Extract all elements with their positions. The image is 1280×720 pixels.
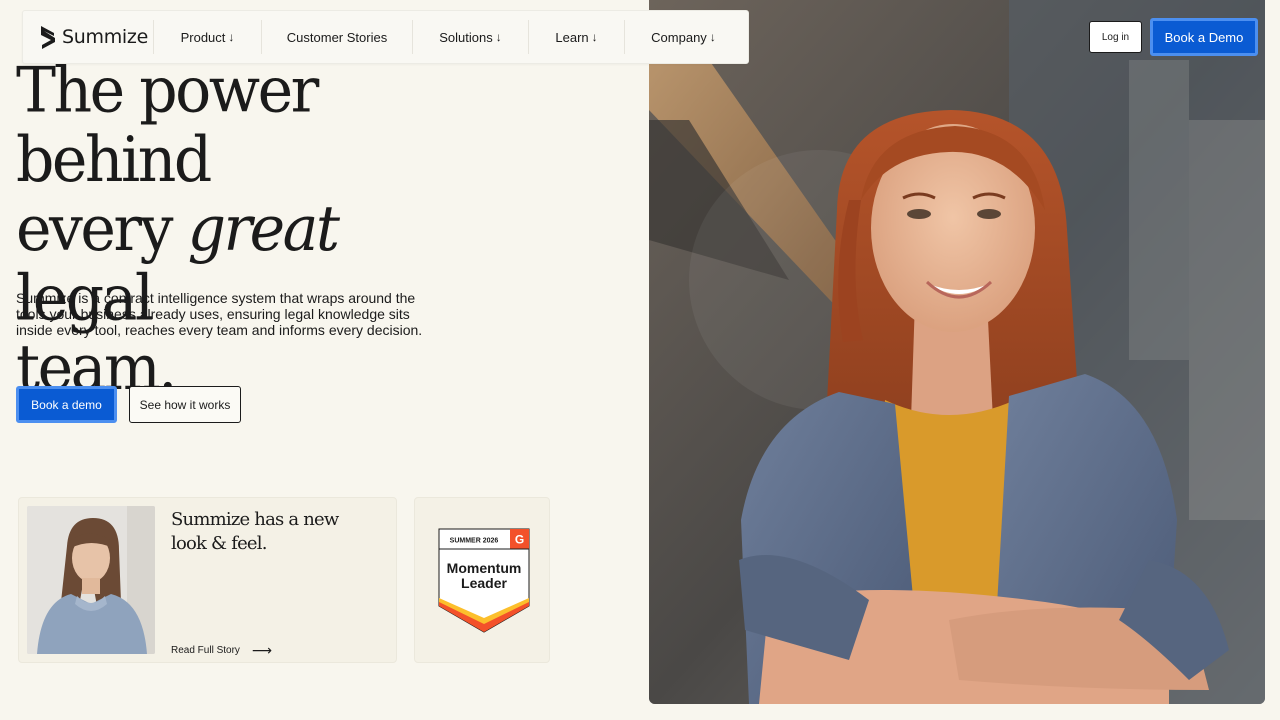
hero-title-line1: The power behind (16, 53, 319, 197)
story-card[interactable]: Summize has a new look & feel. Read Full… (18, 497, 397, 663)
badge-title-line2: Leader (461, 575, 507, 591)
nav-item-label: Solutions (439, 29, 493, 45)
story-portrait-image (27, 506, 155, 654)
nav-item-solutions[interactable]: Solutions ↓ (412, 20, 528, 54)
arrow-right-icon: ⟶ (251, 642, 272, 658)
nav-item-product[interactable]: Product ↓ (153, 20, 261, 54)
hero-title-line2-pre: every (16, 192, 188, 266)
summize-s-logo-icon (41, 26, 55, 49)
book-demo-button[interactable]: Book a demo (16, 386, 117, 423)
hero-description: Summize is a contract intelligence syste… (16, 290, 423, 338)
nav-item-company[interactable]: Company ↓ (624, 20, 742, 54)
brand-logo[interactable]: Summize (23, 11, 153, 63)
g2-momentum-leader-badge: G SUMMER 2026 Momentum Leader (438, 528, 530, 633)
badge-season: SUMMER 2026 (450, 538, 499, 545)
book-demo-button-header[interactable]: Book a Demo (1150, 18, 1258, 56)
hero-title-emphasis: great (187, 192, 340, 266)
nav-item-label: Customer Stories (286, 29, 388, 45)
dropdown-arrow-icon: ↓ (495, 30, 502, 44)
nav-item-label: Product (180, 29, 226, 45)
see-how-it-works-button[interactable]: See how it works (129, 386, 241, 423)
story-link-label: Read Full Story (171, 645, 240, 656)
award-badge-card: G SUMMER 2026 Momentum Leader (414, 497, 550, 663)
dropdown-arrow-icon: ↓ (709, 30, 716, 44)
nav-item-label: Learn (555, 29, 589, 45)
dropdown-arrow-icon: ↓ (228, 30, 235, 44)
read-full-story-link[interactable]: Read Full Story ⟶ (171, 642, 272, 659)
hero-portrait-image (649, 0, 1265, 704)
hero-title: The power behind every great legal team. (16, 56, 486, 402)
main-navbar: Summize Product ↓ Customer Stories Solut… (22, 10, 749, 64)
login-button[interactable]: Log in (1089, 21, 1142, 53)
nav-item-learn[interactable]: Learn ↓ (528, 20, 624, 54)
nav-item-label: Company (651, 29, 707, 45)
badge-logo-text: G (515, 533, 524, 547)
badge-title-line1: Momentum (447, 560, 522, 576)
story-title: Summize has a new look & feel. (171, 509, 339, 554)
brand-name: Summize (62, 26, 148, 48)
nav-item-customer-stories[interactable]: Customer Stories (261, 20, 412, 54)
dropdown-arrow-icon: ↓ (591, 30, 598, 44)
